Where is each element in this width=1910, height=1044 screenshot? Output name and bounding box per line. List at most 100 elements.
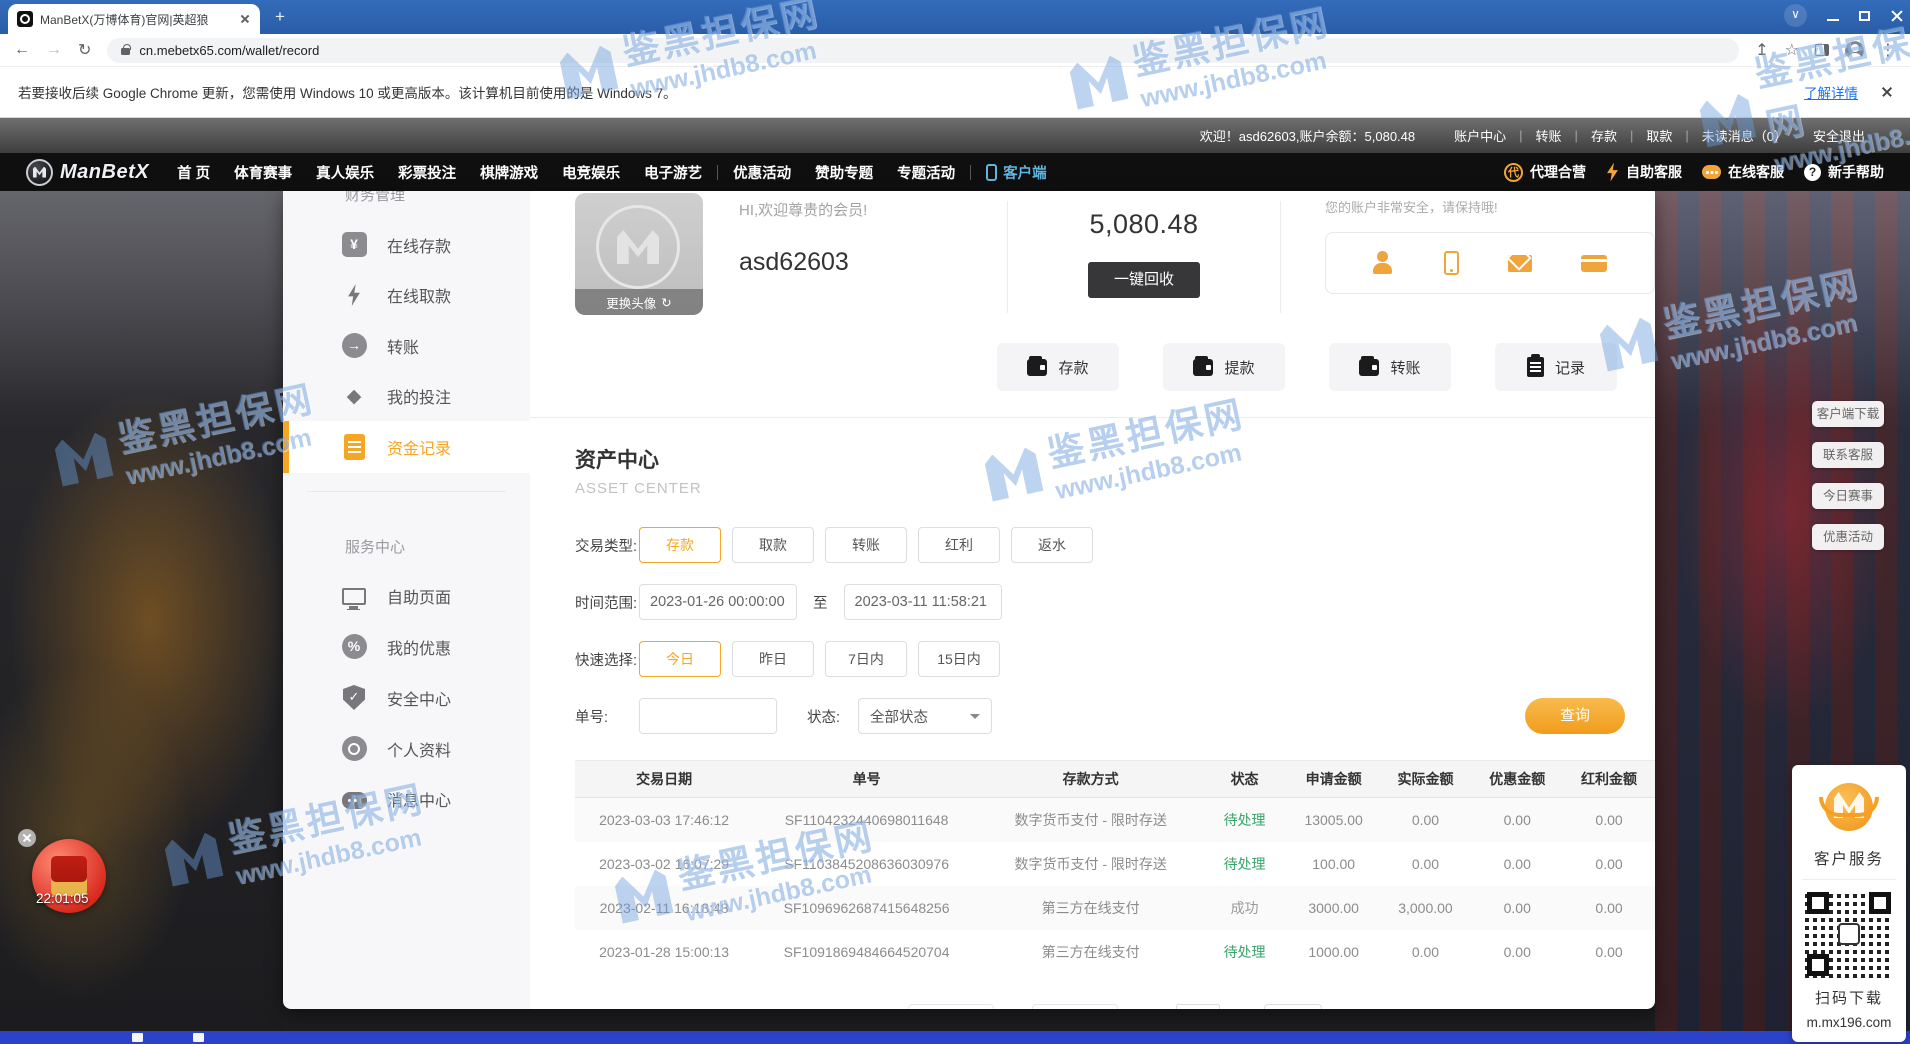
person-icon[interactable] (1373, 251, 1395, 275)
nav-board-games[interactable]: 棋牌游戏 (468, 162, 550, 183)
learn-more-link[interactable]: 了解详情 (1804, 82, 1858, 102)
sidebar-item-transfer[interactable]: → 转账 (283, 320, 530, 371)
bank-card-icon[interactable] (1581, 255, 1607, 272)
unread-messages-link[interactable]: 未读消息（0） (1689, 126, 1800, 145)
change-avatar-button[interactable]: 更换头像 ↻ (575, 289, 703, 315)
search-button[interactable]: 查询 (1525, 698, 1625, 734)
quick-15days-button[interactable]: 15日内 (918, 641, 1000, 677)
browser-tab[interactable]: ManBetX(万博体育)官网|英超狼 (8, 4, 260, 34)
cell-discount: 0.00 (1471, 944, 1563, 960)
taskbar-app-icon[interactable] (132, 1033, 143, 1042)
quick-7days-button[interactable]: 7日内 (825, 641, 907, 677)
promo-close-icon[interactable] (18, 829, 36, 847)
browser-menu-icon[interactable]: ⋮ (1880, 40, 1896, 60)
nav-home[interactable]: 首 页 (165, 162, 222, 183)
phone-icon[interactable] (1444, 251, 1459, 275)
help-label: 新手帮助 (1828, 162, 1884, 182)
nav-esports[interactable]: 电竞娱乐 (550, 162, 632, 183)
address-bar[interactable]: cn.mebetx65.com/wallet/record (107, 38, 1739, 63)
type-bonus-button[interactable]: 红利 (918, 527, 1000, 563)
tab-close-icon[interactable] (239, 13, 251, 25)
type-rebate-button[interactable]: 返水 (1011, 527, 1093, 563)
transfer-link[interactable]: 转账 (1523, 126, 1575, 145)
contact-service-tab[interactable]: 联系客服 (1812, 442, 1884, 468)
brand-logo[interactable]: ManBetX (26, 159, 149, 186)
nav-slots[interactable]: 电子游艺 (632, 162, 714, 183)
browser-tab-strip: ManBetX(万博体育)官网|英超狼 + ∨ (0, 0, 1910, 34)
window-close-icon[interactable] (1890, 9, 1904, 23)
account-center-link[interactable]: 账户中心 (1441, 126, 1519, 145)
prev-page-button[interactable]: < 上一页 (908, 1004, 994, 1009)
tab-search-icon[interactable]: ∨ (1784, 4, 1807, 27)
today-matches-tab[interactable]: 今日赛事 (1812, 483, 1884, 509)
table-row: 2023-02-11 16:18:48 SF109696268741564825… (575, 886, 1655, 930)
date-to-input[interactable] (844, 584, 1002, 620)
cell-status: 待处理 (1201, 854, 1287, 874)
nav-promotions[interactable]: 优惠活动 (721, 162, 803, 183)
next-page-button[interactable]: 下一页 > (1032, 1004, 1118, 1009)
nav-client-app[interactable]: 客户端 (974, 162, 1059, 183)
records-button[interactable]: 记录 (1495, 343, 1617, 391)
withdraw-link[interactable]: 取款 (1633, 126, 1685, 145)
taskbar-app-icon[interactable] (193, 1033, 204, 1042)
browser-profile-avatar[interactable] (1845, 41, 1864, 60)
bookmark-star-icon[interactable]: ☆ (1785, 40, 1799, 60)
beginner-help-link[interactable]: ? 新手帮助 (1804, 162, 1884, 182)
live-chat-link[interactable]: 在线客服 (1702, 162, 1784, 182)
infobar-close-icon[interactable] (1880, 86, 1892, 98)
jump-page-input[interactable] (1176, 1004, 1220, 1009)
sidebar-item-my-promotions[interactable]: % 我的优惠 (283, 621, 530, 672)
nav-live-casino[interactable]: 真人娱乐 (304, 162, 386, 183)
sidebar-item-fund-records[interactable]: 资金记录 (283, 421, 530, 473)
logout-link[interactable]: 安全退出 (1800, 126, 1878, 145)
sidebar-item-security-center[interactable]: ✓ 安全中心 (283, 672, 530, 723)
confirm-jump-button[interactable]: 确定 (1264, 1004, 1322, 1009)
sidebar-item-self-service-page[interactable]: 自助页面 (283, 571, 530, 621)
type-deposit-button[interactable]: 存款 (639, 527, 721, 563)
infobar-text: 若要接收后续 Google Chrome 更新，您需使用 Windows 10 … (18, 82, 677, 102)
status-select[interactable]: 全部状态 (858, 698, 992, 734)
quick-today-button[interactable]: 今日 (639, 641, 721, 677)
type-withdraw-button[interactable]: 取款 (732, 527, 814, 563)
quick-yesterday-button[interactable]: 昨日 (732, 641, 814, 677)
nav-sports[interactable]: 体育赛事 (222, 162, 304, 183)
cell-order: SF1103845208636030976 (753, 856, 980, 872)
sidebar-item-message-center[interactable]: 消息中心 (283, 774, 530, 824)
deposit-button[interactable]: 存款 (997, 343, 1119, 391)
nav-special-events[interactable]: 专题活动 (885, 162, 967, 183)
self-service-link[interactable]: 自助客服 (1606, 162, 1682, 182)
brand-name: ManBetX (60, 161, 149, 184)
promotions-tab[interactable]: 优惠活动 (1812, 524, 1884, 550)
withdraw-button[interactable]: 提款 (1163, 343, 1285, 391)
agent-program-link[interactable]: 代 代理合营 (1504, 162, 1586, 182)
live-chat-label: 在线客服 (1728, 162, 1784, 182)
client-download-tab[interactable]: 客户端下载 (1812, 401, 1884, 427)
date-from-input[interactable] (639, 584, 797, 620)
sidebar-item-online-deposit[interactable]: ¥ 在线存款 (283, 219, 530, 270)
cell-requested: 13005.00 (1288, 812, 1380, 828)
reload-icon[interactable]: ↻ (78, 40, 91, 60)
sidebar-item-personal-info[interactable]: 个人资料 (283, 723, 530, 774)
cell-discount: 0.00 (1471, 900, 1563, 916)
side-panel-icon[interactable] (1815, 44, 1829, 56)
type-transfer-button[interactable]: 转账 (825, 527, 907, 563)
sidebar-item-my-bets[interactable]: ◆ 我的投注 (283, 371, 530, 421)
new-tab-button[interactable]: + (268, 6, 292, 30)
window-minimize-icon[interactable] (1827, 19, 1839, 21)
cell-actual: 3,000.00 (1380, 900, 1472, 916)
back-icon[interactable]: ← (14, 41, 30, 59)
sidebar-item-online-withdraw[interactable]: 在线取款 (283, 270, 530, 320)
nav-sponsorship[interactable]: 赞助专题 (803, 162, 885, 183)
share-icon[interactable]: ↥ (1755, 40, 1768, 60)
order-number-input[interactable] (639, 698, 777, 734)
username-text: asd62603 (739, 248, 1007, 277)
mail-icon[interactable] (1508, 255, 1532, 272)
forward-icon[interactable]: → (46, 41, 62, 59)
deposit-link[interactable]: 存款 (1578, 126, 1630, 145)
one-key-recycle-button[interactable]: 一键回收 (1088, 262, 1200, 298)
transfer-button[interactable]: 转账 (1329, 343, 1451, 391)
nav-lottery[interactable]: 彩票投注 (386, 162, 468, 183)
window-maximize-icon[interactable] (1859, 11, 1870, 21)
mobile-site-url: m.mx196.com (1802, 1015, 1896, 1030)
qr-marker (1807, 954, 1829, 976)
